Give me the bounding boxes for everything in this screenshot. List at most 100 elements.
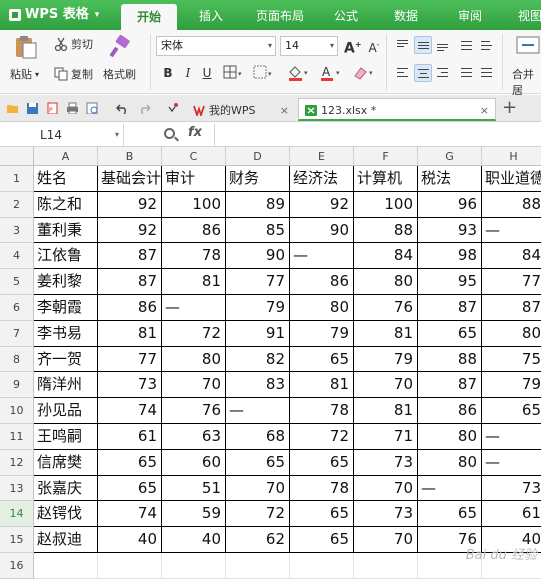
cell-e9[interactable]: 81 [290, 372, 354, 399]
cell-a6[interactable]: 李朝霞 [34, 295, 98, 321]
cell-c10[interactable]: 76 [162, 398, 226, 424]
cell-e2[interactable]: 92 [290, 191, 354, 218]
cell-a5[interactable]: 姜利黎 [34, 269, 98, 295]
orientation-button[interactable] [478, 36, 496, 54]
merge-center-button[interactable]: 合并居 [512, 66, 541, 98]
clear-format-button[interactable]: ▾ [350, 64, 378, 82]
cell-c7[interactable]: 72 [162, 320, 226, 347]
cell-d14[interactable]: 72 [226, 501, 290, 528]
align-left-button[interactable] [394, 64, 412, 82]
justify-button[interactable] [458, 64, 476, 82]
cell-g3[interactable]: 93 [418, 217, 482, 244]
wrap-text-button[interactable] [458, 36, 476, 54]
cell-a7[interactable]: 李书易 [34, 320, 98, 347]
cell-f1[interactable]: 计算机 [354, 166, 418, 192]
bold-button[interactable]: B [160, 64, 176, 82]
copy-button[interactable]: 复制 [54, 66, 93, 82]
cell-d3[interactable]: 85 [226, 217, 290, 244]
cell-e7[interactable]: 79 [290, 320, 354, 347]
cell-h10[interactable]: 65 [482, 398, 541, 424]
cell-e13[interactable]: 78 [290, 475, 354, 502]
cell-b14[interactable]: 74 [98, 501, 162, 528]
cell-b2[interactable]: 92 [98, 191, 162, 218]
cell-a10[interactable]: 孙见品 [34, 398, 98, 424]
cell-h1[interactable]: 职业道德 [482, 166, 541, 192]
cell-c13[interactable]: 51 [162, 475, 226, 502]
cell-c1[interactable]: 审计 [162, 166, 226, 192]
row-header-6[interactable]: 6 [0, 295, 34, 321]
close-icon[interactable]: × [280, 99, 289, 122]
cell-g10[interactable]: 86 [418, 398, 482, 424]
cell-b5[interactable]: 87 [98, 269, 162, 295]
border-button[interactable]: ▾ [222, 64, 246, 82]
cell-a9[interactable]: 隋洋州 [34, 372, 98, 399]
column-header-d[interactable]: D [226, 147, 290, 166]
cell-h8[interactable]: 75 [482, 347, 541, 373]
underline-button[interactable]: U [199, 64, 215, 82]
cell-d5[interactable]: 77 [226, 269, 290, 295]
cut-button[interactable]: 剪切 [54, 36, 93, 52]
cell-e10[interactable]: 78 [290, 398, 354, 424]
fill-color-button[interactable]: ▾ [286, 64, 312, 82]
tab-page-layout[interactable]: 页面布局 [246, 0, 314, 30]
cell-c14[interactable]: 59 [162, 501, 226, 528]
format-painter-label[interactable]: 格式刷 [103, 66, 136, 82]
cell-d1[interactable]: 财务 [226, 166, 290, 192]
cell-c8[interactable]: 80 [162, 346, 226, 373]
cell-f4[interactable]: 84 [354, 243, 418, 270]
cell-d11[interactable]: 68 [226, 424, 290, 450]
cell-f3[interactable]: 88 [354, 217, 418, 244]
row-header-10[interactable]: 10 [0, 398, 34, 424]
cell-f12[interactable]: 73 [354, 449, 418, 476]
cell-a16[interactable] [34, 553, 98, 579]
cell-e12[interactable]: 65 [290, 449, 354, 476]
shrink-font-button[interactable]: A- [366, 36, 382, 55]
cell-a8[interactable]: 齐一贺 [34, 346, 98, 373]
cell-d12[interactable]: 65 [226, 449, 290, 476]
cell-c12[interactable]: 60 [162, 449, 226, 476]
row-header-7[interactable]: 7 [0, 320, 34, 347]
cell-g6[interactable]: 87 [418, 295, 482, 321]
cell-d9[interactable]: 83 [226, 372, 290, 399]
row-header-4[interactable]: 4 [0, 243, 34, 270]
cell-c9[interactable]: 70 [162, 372, 226, 399]
cell-h13[interactable]: 73 [482, 476, 541, 502]
cell-e3[interactable]: 90 [290, 217, 354, 244]
cell-g9[interactable]: 87 [418, 372, 482, 399]
cell-b12[interactable]: 65 [98, 449, 162, 476]
tab-review[interactable]: 审阅 [446, 0, 494, 30]
cell-c6[interactable]: — [162, 295, 226, 321]
row-header-13[interactable]: 13 [0, 475, 34, 502]
format-painter-button[interactable] [108, 34, 134, 60]
cell-f5[interactable]: 80 [354, 269, 418, 295]
column-header-e[interactable]: E [290, 147, 354, 166]
tab-view[interactable]: 视图 [510, 0, 541, 30]
redo-icon[interactable] [138, 102, 150, 114]
tab-insert[interactable]: 插入 [186, 0, 236, 30]
formula-input[interactable] [214, 124, 541, 146]
column-header-f[interactable]: F [354, 147, 418, 166]
cell-f16[interactable] [354, 553, 418, 579]
cell-g11[interactable]: 80 [418, 424, 482, 450]
cell-a11[interactable]: 王鸣嗣 [34, 424, 98, 450]
cell-a1[interactable]: 姓名 [34, 166, 98, 192]
row-header-15[interactable]: 15 [0, 527, 34, 553]
cell-b11[interactable]: 61 [98, 424, 162, 450]
paste-label[interactable]: 粘贴 ▾ [10, 66, 39, 82]
cell-e5[interactable]: 86 [290, 269, 354, 295]
italic-button[interactable]: I [180, 64, 196, 82]
cell-f15[interactable]: 70 [354, 527, 418, 553]
row-header-12[interactable]: 12 [0, 449, 34, 476]
cell-b6[interactable]: 86 [98, 295, 162, 321]
search-icon[interactable] [164, 128, 175, 139]
cell-h14[interactable]: 61 [482, 501, 541, 528]
cell-a12[interactable]: 信席樊 [34, 449, 98, 476]
cell-d4[interactable]: 90 [226, 243, 290, 270]
cell-e6[interactable]: 80 [290, 295, 354, 321]
cell-f6[interactable]: 76 [354, 295, 418, 321]
cell-c15[interactable]: 40 [162, 527, 226, 553]
cell-a3[interactable]: 董利秉 [34, 217, 98, 244]
cell-f7[interactable]: 81 [354, 320, 418, 347]
cell-d8[interactable]: 82 [226, 346, 290, 373]
cell-e11[interactable]: 72 [290, 424, 354, 450]
